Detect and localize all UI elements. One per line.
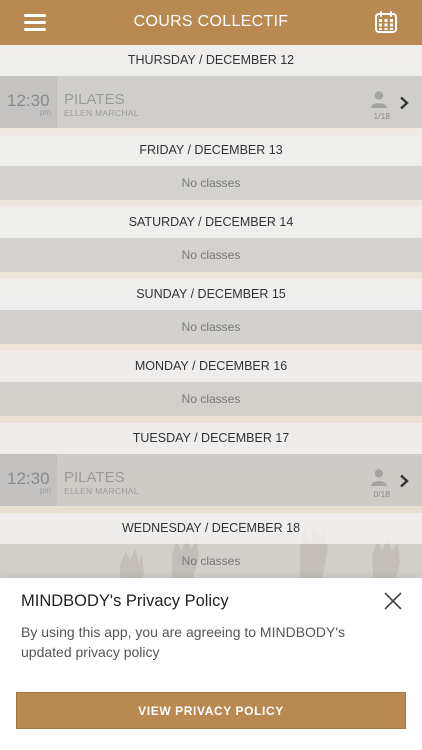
- no-classes-row: No classes: [0, 238, 422, 272]
- no-classes-row: No classes: [0, 310, 422, 344]
- person-icon: [371, 91, 387, 108]
- no-classes-row: No classes: [0, 382, 422, 416]
- view-privacy-policy-button[interactable]: VIEW PRIVACY POLICY: [16, 692, 406, 729]
- day-header-tuesday: TUESDAY / DECEMBER 17: [0, 423, 422, 454]
- chevron-right-icon: [400, 474, 409, 488]
- day-header-monday: MONDAY / DECEMBER 16: [0, 351, 422, 382]
- person-icon: [371, 469, 387, 486]
- class-capacity: 1/18: [373, 111, 390, 121]
- class-teacher: ELLEN MARCHAL: [64, 108, 139, 118]
- day-header-saturday: SATURDAY / DECEMBER 14: [0, 207, 422, 238]
- page-title: COURS COLLECTIF: [133, 13, 289, 30]
- class-schedule-list: THURSDAY / DECEMBER 12 12:30 pm PILATES …: [0, 45, 422, 578]
- class-time: 12:30 pm: [0, 454, 57, 506]
- privacy-policy-text: By using this app, you are agreeing to M…: [21, 624, 346, 660]
- class-time: 12:30 pm: [0, 76, 57, 128]
- chevron-right-icon: [400, 96, 409, 110]
- class-name: PILATES: [64, 469, 125, 486]
- no-classes-row: No classes: [0, 166, 422, 200]
- privacy-policy-title: MINDBODY's Privacy Policy: [21, 592, 229, 610]
- calendar-icon[interactable]: [374, 10, 398, 34]
- day-header-friday: FRIDAY / DECEMBER 13: [0, 135, 422, 166]
- class-teacher: ELLEN MARCHAL: [64, 486, 139, 496]
- class-time-ampm: pm: [39, 486, 51, 495]
- class-time-ampm: pm: [39, 108, 51, 117]
- privacy-policy-banner: MINDBODY's Privacy Policy By using this …: [0, 578, 422, 750]
- top-nav-bar: COURS COLLECTIF: [0, 0, 422, 45]
- no-classes-row: No classes: [0, 544, 422, 578]
- day-header-wednesday: WEDNESDAY / DECEMBER 18: [0, 513, 422, 544]
- day-header-sunday: SUNDAY / DECEMBER 15: [0, 279, 422, 310]
- class-name: PILATES: [64, 91, 125, 108]
- class-row-thursday-pilates[interactable]: 12:30 pm PILATES ELLEN MARCHAL 1/18: [0, 76, 422, 128]
- class-capacity: 0/18: [373, 489, 390, 499]
- close-icon[interactable]: [384, 592, 402, 610]
- class-row-tuesday-pilates[interactable]: 12:30 pm PILATES ELLEN MARCHAL 0/18: [0, 454, 422, 506]
- day-header-thursday: THURSDAY / DECEMBER 12: [0, 45, 422, 76]
